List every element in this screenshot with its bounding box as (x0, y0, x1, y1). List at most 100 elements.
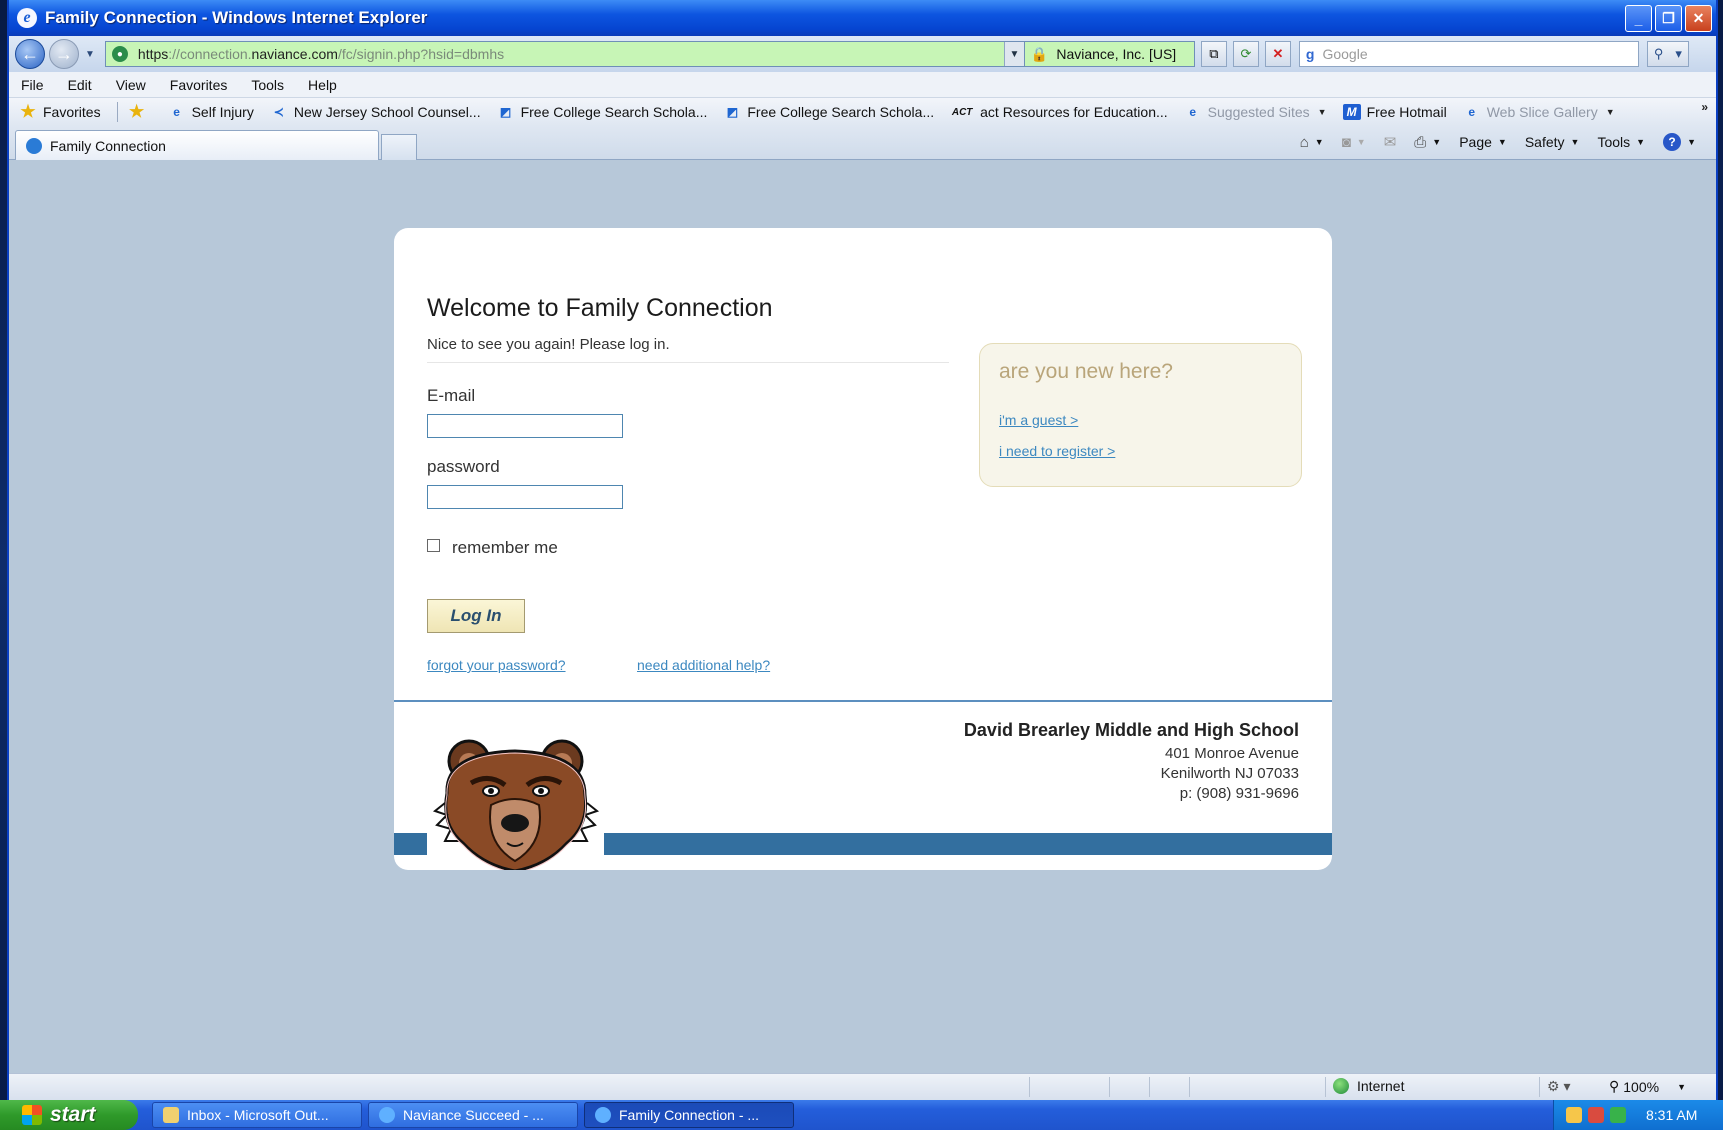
password-label: password (427, 457, 500, 476)
search-button[interactable]: ⚲ ▾ (1646, 41, 1689, 67)
status-bar: Internet ⚙ ▾ ⚲ 100% ▼ (9, 1073, 1716, 1100)
system-tray: 8:31 AM (1553, 1100, 1723, 1130)
favorite-link[interactable]: ≺ New Jersey School Counsel... (270, 104, 481, 120)
star-icon: ★ (20, 102, 36, 121)
school-phone: p: (908) 931-9696 (1179, 785, 1299, 802)
add-favorite-icon: ★ (128, 102, 145, 121)
title-bar[interactable]: e Family Connection - Windows Internet E… (9, 0, 1716, 36)
favorite-link[interactable]: ◩ Free College Search Schola... (723, 104, 934, 120)
security-zone[interactable]: Internet (1333, 1078, 1404, 1094)
favorite-link[interactable]: ACT act Resources for Education... (950, 104, 1168, 120)
clock[interactable]: 8:31 AM (1646, 1107, 1697, 1123)
share-icon: ≺ (273, 105, 284, 119)
help-menu[interactable]: ? ▼ (1663, 133, 1696, 151)
site-icon: ● (111, 46, 128, 62)
refresh-icon[interactable]: ⟳ (1232, 41, 1259, 67)
tools-menu[interactable]: Tools ▼ (1597, 134, 1645, 150)
register-link[interactable]: i need to register > (999, 443, 1115, 459)
search-options-icon[interactable]: ▾ (1675, 46, 1682, 62)
address-bar[interactable]: ● https://connection.naviance.com/fc/sig… (104, 41, 1025, 67)
window-controls: _ ❐ ✕ (1625, 5, 1712, 32)
page-content: Welcome to Family Connection Nice to see… (9, 161, 1716, 1073)
taskbar-item-outlook[interactable]: Inbox - Microsoft Out... (152, 1102, 362, 1128)
menu-favorites[interactable]: Favorites (170, 77, 228, 93)
menu-help[interactable]: Help (308, 77, 337, 93)
page-icon: ◩ (499, 105, 512, 119)
suggested-sites-button[interactable]: e Suggested Sites ▼ (1184, 104, 1326, 120)
google-icon: g (1305, 46, 1315, 62)
ie-page-icon: e (1189, 105, 1197, 119)
taskbar-item-family-connection[interactable]: Family Connection - ... (584, 1102, 794, 1128)
mail-icon: ✉ (1383, 134, 1397, 151)
favorites-button[interactable]: ★ Favorites (19, 102, 101, 121)
chevron-down-icon[interactable]: ▼ (1432, 137, 1441, 147)
chevron-down-icon: ▼ (1570, 137, 1580, 147)
recent-pages-dropdown[interactable]: ▼ (85, 49, 95, 60)
start-button[interactable]: start (0, 1100, 138, 1130)
stop-icon[interactable]: ✕ (1264, 41, 1291, 67)
menu-edit[interactable]: Edit (68, 77, 92, 93)
menu-tools[interactable]: Tools (251, 77, 284, 93)
remember-me-checkbox[interactable] (427, 538, 440, 552)
zoom-control[interactable]: ⚲ 100% ▼ (1609, 1078, 1686, 1095)
menu-view[interactable]: View (116, 77, 146, 93)
favorites-label: Favorites (43, 104, 101, 120)
back-button[interactable]: ← (15, 39, 45, 69)
status-separator (1539, 1077, 1540, 1097)
web-slice-gallery-button[interactable]: e Web Slice Gallery ▼ (1463, 104, 1614, 120)
taskbar-item-label: Family Connection - ... (619, 1107, 760, 1123)
password-field[interactable] (427, 485, 623, 509)
tray-update-icon[interactable] (1610, 1107, 1626, 1123)
restore-button[interactable]: ❐ (1655, 5, 1682, 32)
read-mail-button[interactable]: ✉ (1384, 133, 1397, 151)
tab-family-connection[interactable]: Family Connection (15, 130, 379, 160)
act-icon: ACT (951, 106, 973, 118)
tools-menu-label: Tools (1597, 134, 1631, 150)
add-to-favorites-bar-button[interactable]: ★ (128, 102, 152, 121)
email-field[interactable] (427, 414, 623, 438)
address-dropdown-icon[interactable]: ▼ (1003, 42, 1024, 66)
url-text[interactable]: https://connection.naviance.com/fc/signi… (138, 46, 504, 62)
status-separator (1325, 1077, 1326, 1097)
favorite-link[interactable]: ◩ Free College Search Schola... (497, 104, 707, 120)
favorite-link[interactable]: e Self Injury (168, 104, 254, 120)
favorite-link[interactable]: M Free Hotmail (1342, 104, 1447, 120)
globe-icon (1333, 1078, 1349, 1094)
feeds-button[interactable]: ◙ ▼ (1342, 134, 1366, 151)
protected-mode-icon[interactable]: ⚙ ▾ (1547, 1078, 1570, 1095)
forgot-password-link[interactable]: forgot your password? (427, 657, 566, 673)
forward-button[interactable]: → (49, 39, 79, 69)
status-separator (1149, 1077, 1150, 1097)
more-favorites-icon[interactable]: » (1701, 100, 1708, 114)
tray-security-icon[interactable] (1588, 1107, 1604, 1123)
zoom-icon: ⚲ (1609, 1078, 1620, 1094)
page-subtitle: Nice to see you again! Please log in. (427, 336, 670, 353)
new-tab-button[interactable] (381, 134, 417, 160)
close-button[interactable]: ✕ (1685, 5, 1712, 32)
bear-mascot-icon (432, 739, 600, 870)
chevron-down-icon[interactable]: ▼ (1315, 137, 1324, 147)
favorites-separator (116, 102, 118, 122)
print-button[interactable]: ⎙ ▼ (1414, 134, 1441, 151)
url-separator: :// (168, 46, 180, 62)
security-report[interactable]: 🔒 Naviance, Inc. [US] (1024, 41, 1195, 67)
menu-file[interactable]: File (21, 77, 44, 93)
login-button[interactable]: Log In (427, 599, 525, 633)
certificate-owner: Naviance, Inc. [US] (1056, 46, 1177, 62)
compatibility-view-icon[interactable]: ⧉ (1200, 41, 1227, 67)
tray-outlook-icon[interactable] (1566, 1107, 1582, 1123)
taskbar-item-naviance[interactable]: Naviance Succeed - ... (368, 1102, 578, 1128)
status-separator (1109, 1077, 1110, 1097)
help-link[interactable]: need additional help? (637, 657, 770, 673)
safety-menu[interactable]: Safety ▼ (1525, 134, 1580, 150)
ie-icon (379, 1107, 395, 1123)
home-button[interactable]: ⌂ ▼ (1300, 134, 1324, 151)
divider (427, 362, 949, 363)
page-menu[interactable]: Page ▼ (1459, 134, 1507, 150)
guest-link[interactable]: i'm a guest > (999, 412, 1078, 428)
minimize-button[interactable]: _ (1625, 5, 1652, 32)
school-address-line-1: 401 Monroe Avenue (1165, 745, 1299, 762)
ie-logo-icon: e (17, 8, 37, 28)
search-input[interactable]: g Google (1298, 41, 1639, 67)
menu-bar: File Edit View Favorites Tools Help (9, 72, 1716, 98)
